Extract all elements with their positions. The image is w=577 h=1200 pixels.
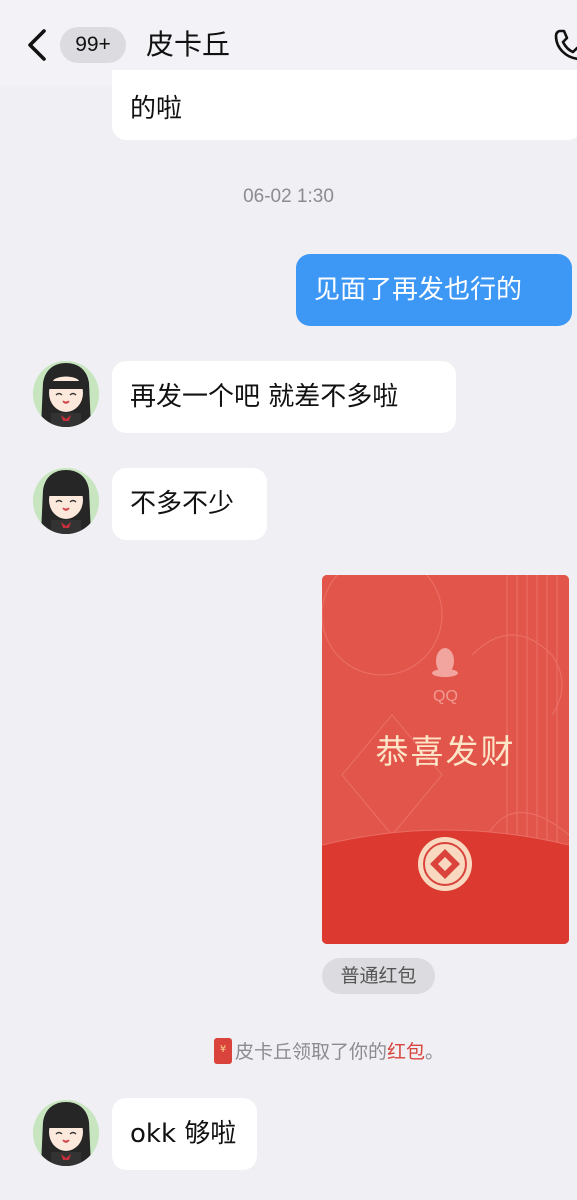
avatar-image bbox=[33, 1100, 99, 1166]
message-bubble-incoming[interactable]: 再发一个吧 就差不多啦 bbox=[112, 361, 456, 433]
contact-avatar[interactable] bbox=[33, 1100, 99, 1166]
red-packet-type-label: 普通红包 bbox=[322, 958, 435, 994]
red-packet-card[interactable]: QQ 恭喜发财 bbox=[322, 575, 569, 944]
message-bubble-outgoing[interactable]: 见面了再发也行的 bbox=[296, 254, 572, 326]
message-bubble-incoming[interactable]: 不多不少 bbox=[112, 468, 267, 540]
avatar-image bbox=[33, 361, 99, 427]
chevron-left-icon bbox=[28, 29, 46, 61]
message-text: 不多不少 bbox=[130, 489, 235, 519]
back-button[interactable] bbox=[22, 25, 52, 65]
message-text: okk 够啦 bbox=[130, 1119, 237, 1149]
phone-icon bbox=[554, 29, 577, 60]
system-notice: ¥ 皮卡丘领取了你的红包。 bbox=[214, 1037, 444, 1067]
red-packet-link[interactable]: 红包 bbox=[387, 1041, 425, 1063]
message-text: 再发一个吧 就差不多啦 bbox=[130, 382, 399, 412]
red-packet-brand: QQ bbox=[433, 688, 458, 705]
unread-count-badge[interactable]: 99+ bbox=[60, 27, 126, 63]
message-timestamp: 06-02 1:30 bbox=[243, 186, 334, 207]
call-button[interactable] bbox=[552, 26, 577, 64]
notice-text: 皮卡丘领取了你的 bbox=[235, 1041, 388, 1063]
message-bubble-incoming[interactable]: 的啦 bbox=[112, 70, 577, 140]
contact-name[interactable]: 皮卡丘 bbox=[146, 24, 230, 66]
red-packet-greeting: 恭喜发财 bbox=[375, 732, 516, 771]
contact-avatar[interactable] bbox=[33, 361, 99, 427]
contact-avatar[interactable] bbox=[33, 468, 99, 534]
notice-suffix: 。 bbox=[425, 1041, 445, 1063]
red-packet-icon: ¥ bbox=[214, 1038, 232, 1064]
message-text: 的啦 bbox=[130, 94, 183, 124]
message-text: 见面了再发也行的 bbox=[314, 275, 523, 305]
message-bubble-incoming[interactable]: okk 够啦 bbox=[112, 1098, 257, 1170]
avatar-image bbox=[33, 468, 99, 534]
